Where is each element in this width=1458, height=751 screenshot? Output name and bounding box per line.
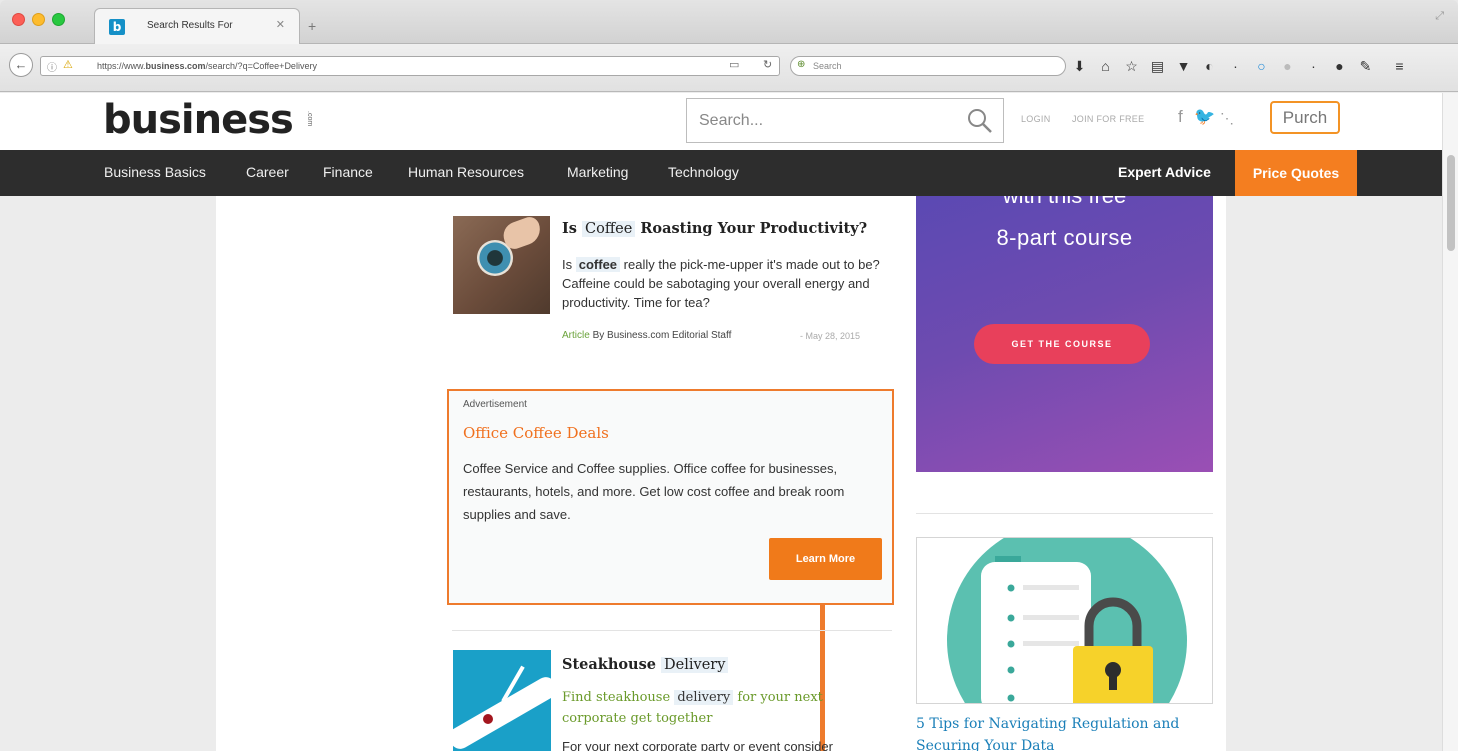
page-scrollbar[interactable]: [1442, 93, 1458, 751]
url-bar[interactable]: ⓘ ⚠ https://www.business.com/search/?q=C…: [40, 56, 780, 76]
article-author[interactable]: By Business.com Editorial Staff: [593, 330, 732, 341]
bookmarks-list-icon[interactable]: ▤: [1150, 58, 1165, 75]
sidebar-article-image[interactable]: [916, 537, 1213, 704]
download-icon[interactable]: ⬇: [1072, 58, 1087, 75]
dark-extension-icon[interactable]: ●: [1332, 58, 1347, 75]
maximize-window-button[interactable]: [52, 13, 65, 26]
tab-close-icon[interactable]: ✕: [276, 18, 285, 31]
reader-view-icon[interactable]: ▭: [729, 58, 739, 71]
promo-headline: with this free: [916, 196, 1213, 209]
join-link[interactable]: JOIN FOR FREE: [1072, 114, 1144, 124]
nav-finance[interactable]: Finance: [323, 164, 373, 180]
highlight-term: Coffee: [582, 221, 636, 237]
nav-expert-advice[interactable]: Expert Advice: [1118, 164, 1211, 180]
search-engine-icon: ⊕: [797, 59, 806, 70]
browser-toolbar: ← ⓘ ⚠ https://www.business.com/search/?q…: [0, 44, 1458, 92]
warning-lock-icon[interactable]: ⚠: [63, 58, 73, 71]
menu-icon[interactable]: ≡: [1392, 58, 1407, 75]
nav-career[interactable]: Career: [246, 164, 289, 180]
steak-image: [483, 714, 493, 724]
nav-business-basics[interactable]: Business Basics: [104, 164, 206, 180]
promo-course-text: 8-part course: [996, 225, 1133, 250]
annotation-connector-line: [820, 605, 825, 751]
browser-tab[interactable]: b Search Results For ✕: [94, 8, 300, 45]
main-nav: Business Basics Career Finance Human Res…: [0, 150, 1442, 196]
business-favicon-icon: b: [109, 19, 125, 35]
article-description: Is coffee really the pick-me-upper it's …: [562, 257, 880, 310]
learn-more-button[interactable]: Learn More: [769, 538, 882, 580]
browser-window: b Search Results For ✕ + ⤢ ← ⓘ ⚠ https:/…: [0, 0, 1458, 751]
coffee-thumbnail[interactable]: [453, 216, 550, 314]
article-date: - May 28, 2015: [800, 331, 861, 341]
article-title-2[interactable]: Steakhouse Delivery: [562, 656, 729, 673]
back-button[interactable]: ←: [9, 53, 33, 77]
get-course-button[interactable]: GET THE COURSE: [974, 324, 1150, 364]
rss-icon[interactable]: ⋱: [1220, 110, 1234, 127]
new-tab-icon[interactable]: +: [308, 18, 316, 34]
grey-extension-icon[interactable]: ●: [1280, 58, 1295, 75]
arm-image: [453, 673, 551, 751]
article-description-2: For your next corporate party or event c…: [562, 739, 833, 751]
minimize-window-button[interactable]: [32, 13, 45, 26]
search-icon[interactable]: [965, 106, 993, 134]
reload-icon[interactable]: ↻: [763, 58, 772, 71]
bookmark-star-icon[interactable]: ☆: [1124, 58, 1139, 75]
dropdown-icon[interactable]: ·: [1228, 58, 1243, 75]
logo-com: .com: [306, 111, 313, 127]
home-icon[interactable]: ⌂: [1098, 58, 1113, 75]
article-subtitle-2: Find steakhouse delivery for your next c…: [562, 690, 823, 726]
login-link[interactable]: LOGIN: [1021, 114, 1051, 124]
nav-marketing[interactable]: Marketing: [567, 164, 628, 180]
url-text: https://www.business.com/search/?q=Coffe…: [97, 61, 317, 71]
highlight-term: coffee: [575, 257, 621, 272]
extension-icon[interactable]: ◐: [1202, 58, 1217, 75]
site-header: business .com LOGIN JOIN FOR FREE f 🐦 ⋱ …: [0, 93, 1442, 150]
nav-human-resources[interactable]: Human Resources: [408, 164, 524, 180]
tab-strip: b Search Results For ✕ + ⤢: [0, 0, 1458, 45]
toolbar-icons: ⬇ ⌂ ☆ ▤ ▼ ◐ · ○ ● · ● ✎ ≡: [1072, 58, 1407, 75]
highlight-term: delivery: [674, 690, 734, 705]
divider: [452, 630, 892, 631]
eyedropper-icon[interactable]: ✎: [1358, 58, 1373, 75]
nav-price-quotes[interactable]: Price Quotes: [1235, 150, 1357, 196]
article-type[interactable]: Article: [562, 330, 590, 341]
tab-title: Search Results For: [147, 20, 233, 31]
content-area: Is Coffee Roasting Your Productivity? Is…: [216, 196, 1226, 751]
course-promo-banner: with this free 8-part course GET THE COU…: [916, 196, 1213, 472]
close-window-button[interactable]: [12, 13, 25, 26]
site-search-box: [686, 98, 1004, 143]
document-lock-icon: [947, 538, 1187, 703]
web-page: business .com LOGIN JOIN FOR FREE f 🐦 ⋱ …: [0, 93, 1442, 751]
fullscreen-icon[interactable]: ⤢: [1435, 10, 1444, 23]
pocket-icon[interactable]: ▼: [1176, 58, 1191, 75]
facebook-icon[interactable]: f: [1178, 107, 1183, 127]
purch-button[interactable]: Purch: [1270, 101, 1340, 134]
dropdown-icon-2[interactable]: ·: [1306, 58, 1321, 75]
browser-search-bar[interactable]: ⊕ Search: [790, 56, 1066, 76]
twitter-icon[interactable]: 🐦: [1194, 107, 1215, 127]
sidebar-article-title[interactable]: 5 Tips for Navigating Regulation and Sec…: [916, 713, 1216, 751]
scroll-thumb[interactable]: [1447, 155, 1455, 251]
article-title[interactable]: Is Coffee Roasting Your Productivity?: [562, 220, 867, 237]
highlight-term: Delivery: [661, 657, 729, 673]
business-logo[interactable]: business: [103, 97, 294, 143]
ad-label: Advertisement: [463, 399, 527, 410]
article-meta: Article By Business.com Editorial Staff: [562, 330, 731, 341]
nav-technology[interactable]: Technology: [668, 164, 739, 180]
site-info-icon[interactable]: ⓘ: [47, 59, 57, 74]
ad-title[interactable]: Office Coffee Deals: [463, 424, 609, 442]
site-search-input[interactable]: [687, 99, 957, 142]
steakhouse-thumbnail[interactable]: [453, 650, 551, 751]
advertisement-box: Advertisement Office Coffee Deals Coffee…: [447, 389, 894, 605]
circle-extension-icon[interactable]: ○: [1254, 58, 1269, 75]
browser-search-placeholder: Search: [813, 61, 842, 71]
sidebar-divider: [916, 513, 1213, 514]
ad-text: Coffee Service and Coffee supplies. Offi…: [463, 461, 845, 522]
